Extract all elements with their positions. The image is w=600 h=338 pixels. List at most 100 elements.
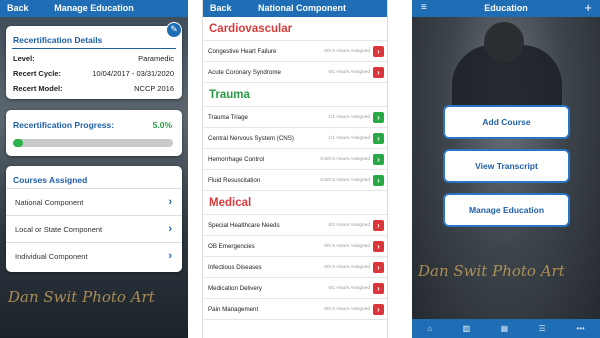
component-row[interactable]: Congestive Heart Failure 0/0.5 Hours Assi…: [203, 41, 387, 62]
home-icon[interactable]: ⌂: [427, 324, 432, 333]
course-label: Local or State Component: [15, 224, 103, 234]
add-course-button[interactable]: Add Course: [443, 105, 570, 139]
progress-fill: [13, 139, 23, 147]
progress-percent: 5.0%: [152, 120, 172, 130]
building-icon[interactable]: ▦: [501, 324, 509, 333]
nav-title: National Component: [258, 3, 346, 13]
component-name: Medication Delivery: [208, 284, 262, 292]
component-name: Special Healthcare Needs: [208, 221, 280, 229]
component-name: Congestive Heart Failure: [208, 47, 277, 55]
list-icon[interactable]: ☰: [539, 324, 546, 333]
detail-row: Recert Cycle: 10/04/2017 - 03/31/2020: [13, 69, 174, 78]
chevron-right-icon[interactable]: ›: [373, 303, 384, 315]
recertification-progress-card: Recertification Progress: 5.0%: [6, 110, 182, 156]
hours-assigned: 0/1 Hours Assigned: [328, 69, 370, 75]
divider: [12, 48, 176, 49]
add-icon[interactable]: +: [584, 0, 592, 15]
nav-bar: Back National Component: [203, 0, 387, 17]
component-row[interactable]: Medication Delivery 0/1 Hours Assigned ›: [203, 278, 387, 299]
component-name: Fluid Resuscitation: [208, 176, 261, 184]
component-row[interactable]: Trauma Triage 1/1 Hours Assigned ›: [203, 107, 387, 128]
courses-title: Courses Assigned: [13, 175, 88, 185]
national-component-screen: Back National Component Cardiovascular Co…: [202, 0, 388, 338]
course-label: National Component: [15, 197, 84, 207]
chevron-right-icon[interactable]: ›: [373, 66, 384, 78]
nav-bar: ≡ Education +: [412, 0, 600, 17]
photographer-signature: Dan Swit Photo Art: [418, 262, 565, 280]
chevron-right-icon[interactable]: ›: [373, 282, 384, 294]
component-name: Trauma Triage: [208, 113, 249, 121]
photographer-signature: Dan Swit Photo Art: [8, 288, 155, 306]
hours-assigned: 0/2 Hours Assigned: [328, 222, 370, 228]
chevron-right-icon[interactable]: ›: [373, 174, 384, 186]
chevron-right-icon[interactable]: ›: [373, 153, 384, 165]
component-name: Pain Management: [208, 305, 259, 313]
component-row[interactable]: Acute Coronary Syndrome 0/1 Hours Assigne…: [203, 62, 387, 83]
education-home-screen: ≡ Education + Add Course View Transcript…: [412, 0, 600, 338]
chevron-right-icon[interactable]: ›: [373, 261, 384, 273]
detail-row: Recert Model: NCCP 2016: [13, 84, 174, 93]
hours-assigned: 0/0.5 Hours Assigned: [324, 264, 370, 270]
manage-education-button[interactable]: Manage Education: [443, 193, 570, 227]
detail-label: Recert Cycle:: [13, 69, 61, 78]
course-label: Individual Component: [15, 251, 88, 261]
detail-label: Recert Model:: [13, 84, 63, 93]
course-item[interactable]: Local or State Component ›: [6, 215, 182, 242]
component-name: Central Nervous System (CNS): [208, 134, 294, 142]
hours-assigned: 0/0.5 Hours Assigned: [324, 243, 370, 249]
nav-title: Manage Education: [54, 3, 134, 13]
hours-assigned: 1/1 Hours Assigned: [328, 135, 370, 141]
chevron-right-icon[interactable]: ›: [373, 111, 384, 123]
hours-assigned: 0/0.5 Hours Assigned: [324, 306, 370, 312]
hours-assigned: 0.5/0.5 Hours Assigned: [320, 156, 370, 162]
hours-assigned: 0/1 Hours Assigned: [328, 285, 370, 291]
component-row[interactable]: Special Healthcare Needs 0/2 Hours Assign…: [203, 215, 387, 236]
nav-bar: Back Manage Education: [0, 0, 188, 17]
chevron-right-icon[interactable]: ›: [373, 240, 384, 252]
component-row[interactable]: OB Emergencies 0/0.5 Hours Assigned ›: [203, 236, 387, 257]
chevron-right-icon[interactable]: ›: [373, 45, 384, 57]
detail-value: NCCP 2016: [134, 84, 174, 93]
chevron-right-icon: ›: [168, 223, 172, 235]
component-name: Hemorrhage Control: [208, 155, 265, 163]
progress-title: Recertification Progress:: [13, 120, 115, 130]
course-list: National Component › Local or State Compon…: [6, 188, 182, 269]
section-heading: Trauma: [203, 83, 387, 107]
component-list: Cardiovascular Congestive Heart Failure 0/…: [203, 17, 387, 320]
detail-label: Level:: [13, 54, 35, 63]
book-icon[interactable]: ▥: [463, 324, 471, 333]
component-row[interactable]: Central Nervous System (CNS) 1/1 Hours As…: [203, 128, 387, 149]
section-heading: Cardiovascular: [203, 17, 387, 41]
component-name: Acute Coronary Syndrome: [208, 68, 281, 76]
component-row[interactable]: Hemorrhage Control 0.5/0.5 Hours Assigned…: [203, 149, 387, 170]
courses-assigned-card: Courses Assigned National Component › Loca…: [6, 166, 182, 272]
hours-assigned: 0.5/0.5 Hours Assigned: [320, 177, 370, 183]
detail-value: Paramedic: [138, 54, 174, 63]
detail-value: 10/04/2017 - 03/31/2020: [92, 69, 174, 78]
component-row[interactable]: Pain Management 0/0.5 Hours Assigned ›: [203, 299, 387, 320]
component-name: OB Emergencies: [208, 242, 255, 250]
course-item[interactable]: National Component ›: [6, 188, 182, 215]
hours-assigned: 0/0.5 Hours Assigned: [324, 48, 370, 54]
background-photo-head: [484, 22, 524, 62]
hours-assigned: 1/1 Hours Assigned: [328, 114, 370, 120]
chevron-right-icon[interactable]: ›: [373, 132, 384, 144]
edit-pencil-icon[interactable]: ✎: [166, 22, 182, 38]
more-icon[interactable]: •••: [576, 324, 584, 333]
course-item[interactable]: Individual Component ›: [6, 242, 182, 269]
chevron-right-icon: ›: [168, 196, 172, 208]
manage-education-screen: Back Manage Education Recertification De…: [0, 0, 188, 338]
chevron-right-icon: ›: [168, 250, 172, 262]
recertification-details-card: Recertification Details Level: Paramedic R…: [6, 26, 182, 99]
progress-bar: [13, 139, 173, 147]
detail-row: Level: Paramedic: [13, 54, 174, 63]
section-heading: Medical: [203, 191, 387, 215]
view-transcript-button[interactable]: View Transcript: [443, 149, 570, 183]
details-title: Recertification Details: [13, 35, 103, 45]
nav-title: Education: [484, 3, 528, 13]
detail-rows: Level: Paramedic Recert Cycle: 10/04/2017 -…: [13, 54, 174, 93]
component-row[interactable]: Infectious Diseases 0/0.5 Hours Assigned ›: [203, 257, 387, 278]
chevron-right-icon[interactable]: ›: [373, 219, 384, 231]
component-row[interactable]: Fluid Resuscitation 0.5/0.5 Hours Assigne…: [203, 170, 387, 191]
component-name: Infectious Diseases: [208, 263, 262, 271]
